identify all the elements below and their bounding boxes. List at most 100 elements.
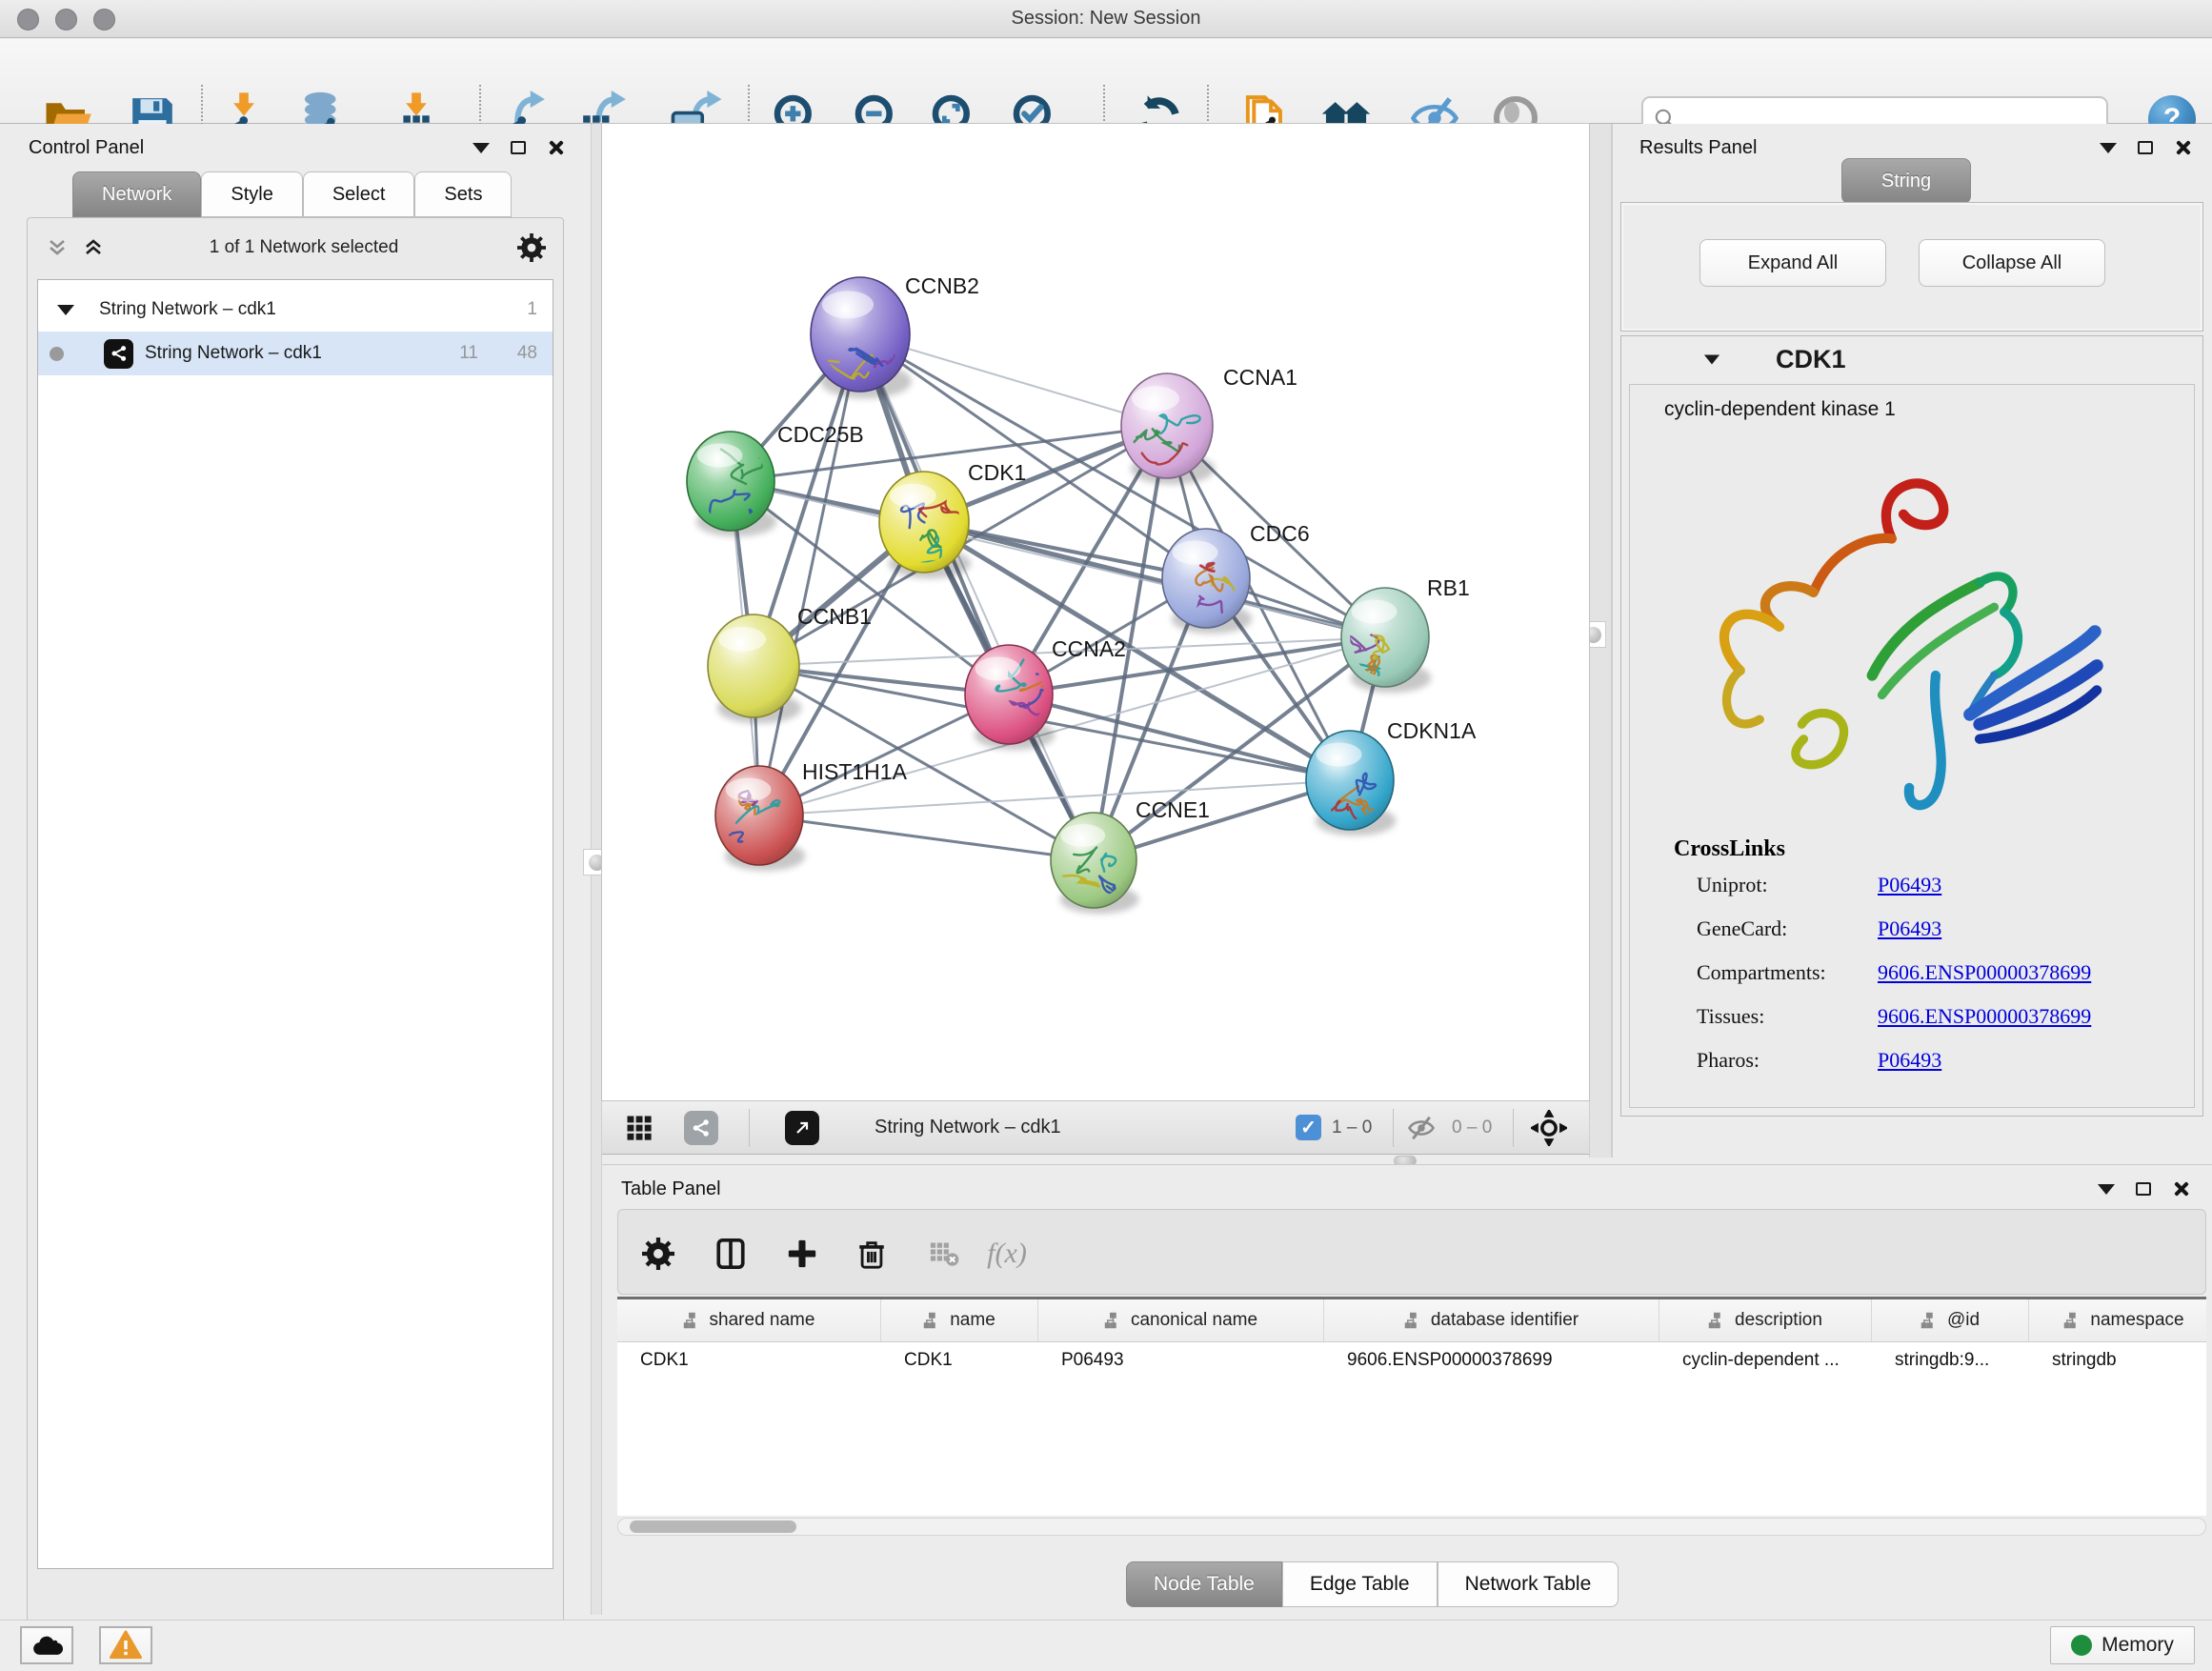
gear-icon[interactable] xyxy=(517,233,546,262)
delete-table-icon[interactable] xyxy=(917,1227,971,1280)
node-label-HIST1H1A: HIST1H1A xyxy=(802,759,908,784)
tab-edge-table[interactable]: Edge Table xyxy=(1282,1561,1438,1607)
function-builder-icon[interactable]: f(x) xyxy=(980,1227,1034,1280)
crosslink-link[interactable]: 9606.ENSP00000378699 xyxy=(1878,1004,2091,1029)
tab-style[interactable]: Style xyxy=(201,171,302,217)
tab-string[interactable]: String xyxy=(1841,158,1971,204)
table-hscrollbar[interactable] xyxy=(617,1518,2206,1536)
panel-float-icon[interactable] xyxy=(511,141,526,154)
crosslink-label: Tissues: xyxy=(1697,1004,1764,1029)
column-header-database-identifier[interactable]: database identifier xyxy=(1324,1299,1659,1341)
tree-icon xyxy=(1920,1312,1938,1329)
panel-close-icon[interactable] xyxy=(2172,1180,2189,1198)
column-header-namespace[interactable]: namespace xyxy=(2029,1299,2206,1341)
crosslink-link[interactable]: 9606.ENSP00000378699 xyxy=(1878,960,2091,985)
tab-node-table[interactable]: Node Table xyxy=(1126,1561,1282,1607)
table-panel-title: Table Panel xyxy=(621,1178,721,1200)
table-toolbar: f(x) xyxy=(617,1209,2206,1295)
tab-network-table[interactable]: Network Table xyxy=(1438,1561,1619,1607)
main-toolbar: ? xyxy=(0,39,2212,124)
network-edge-HIST1H1A-CCNE1[interactable] xyxy=(759,815,1094,860)
toolbar-separator xyxy=(1393,1109,1394,1147)
tab-sets[interactable]: Sets xyxy=(414,171,512,217)
table-cell[interactable]: cyclin-dependent ... xyxy=(1659,1350,1872,1371)
column-header-canonical-name[interactable]: canonical name xyxy=(1038,1299,1324,1341)
gene-collapse-icon[interactable] xyxy=(1704,354,1719,364)
network-status-dot xyxy=(50,347,64,361)
collapse-all-button[interactable]: Collapse All xyxy=(1919,239,2105,287)
column-header-name[interactable]: name xyxy=(881,1299,1038,1341)
node-label-CCNA2: CCNA2 xyxy=(1052,636,1126,661)
table-header-row: shared namenamecanonical namedatabase id… xyxy=(617,1299,2206,1342)
table-cell[interactable]: CDK1 xyxy=(881,1350,1038,1371)
panel-close-icon[interactable] xyxy=(547,139,564,156)
column-header--id[interactable]: @id xyxy=(1872,1299,2029,1341)
selected-count: 1 – 0 xyxy=(1332,1101,1372,1154)
memory-button[interactable]: Memory xyxy=(2050,1626,2195,1664)
gene-description: cyclin-dependent kinase 1 xyxy=(1664,398,1896,421)
scrollbar-thumb[interactable] xyxy=(630,1520,796,1533)
results-panel-title: Results Panel xyxy=(1639,137,1757,159)
network-row-selected[interactable]: String Network – cdk1 11 48 xyxy=(38,332,553,375)
table-cell[interactable]: stringdb xyxy=(2029,1350,2206,1371)
network-canvas[interactable]: CCNB2CCNA1CDC25BCDK1CDC6RB1CCNB1CCNA2CDK… xyxy=(602,124,1589,1100)
table-cell[interactable]: stringdb:9... xyxy=(1872,1350,2029,1371)
toolbar-separator xyxy=(749,1109,750,1147)
hidden-count: 0 – 0 xyxy=(1452,1101,1492,1154)
crosslinks-title: CrossLinks xyxy=(1674,836,1785,862)
grid-view-icon[interactable] xyxy=(625,1101,654,1154)
cloud-icon xyxy=(30,1629,63,1661)
table-tabs: Node TableEdge TableNetwork Table xyxy=(1126,1561,1619,1607)
show-columns-icon[interactable] xyxy=(704,1227,757,1280)
crosslink-label: Uniprot: xyxy=(1697,873,1768,897)
expand-all-icon[interactable] xyxy=(81,236,106,259)
crosslink-label: GeneCard: xyxy=(1697,916,1787,941)
tree-icon xyxy=(683,1312,700,1329)
crosslink-row: Compartments:9606.ENSP00000378699 xyxy=(1697,960,2173,993)
panel-collapse-icon[interactable] xyxy=(473,143,490,153)
table-cell[interactable]: 9606.ENSP00000378699 xyxy=(1324,1350,1659,1371)
selected-checkbox[interactable]: ✓ xyxy=(1296,1101,1321,1154)
table-cell[interactable]: CDK1 xyxy=(617,1350,881,1371)
network-list: String Network – cdk1 1 String Network –… xyxy=(37,279,553,1569)
panel-float-icon[interactable] xyxy=(2138,141,2153,154)
memory-status-dot xyxy=(2071,1635,2092,1656)
panel-close-icon[interactable] xyxy=(2174,139,2191,156)
share-view-icon[interactable] xyxy=(684,1101,718,1154)
network-edge-CCNB2-HIST1H1A[interactable] xyxy=(759,334,860,815)
hidden-eye-icon[interactable] xyxy=(1407,1101,1436,1154)
tree-icon xyxy=(1404,1312,1421,1329)
tree-expand-icon[interactable] xyxy=(57,305,74,315)
warnings-button[interactable] xyxy=(99,1626,152,1664)
node-count: 11 xyxy=(459,343,478,364)
cloud-button[interactable] xyxy=(20,1626,73,1664)
table-gear-icon[interactable] xyxy=(632,1227,685,1280)
collapse-all-icon[interactable] xyxy=(45,236,70,259)
crosslink-link[interactable]: P06493 xyxy=(1878,1048,1941,1073)
crosslink-link[interactable]: P06493 xyxy=(1878,873,1941,897)
panel-collapse-icon[interactable] xyxy=(2100,143,2117,153)
node-label-RB1: RB1 xyxy=(1427,575,1470,600)
panel-collapse-icon[interactable] xyxy=(2098,1184,2115,1195)
expand-all-button[interactable]: Expand All xyxy=(1699,239,1886,287)
toolbar-separator xyxy=(1513,1109,1514,1147)
crosslink-label: Pharos: xyxy=(1697,1048,1760,1073)
crosslink-link[interactable]: P06493 xyxy=(1878,916,1941,941)
add-column-icon[interactable] xyxy=(775,1227,829,1280)
table-row: CDK1CDK1P064939606.ENSP00000378699cyclin… xyxy=(617,1342,2206,1379)
tab-network[interactable]: Network xyxy=(72,171,201,217)
delete-column-icon[interactable] xyxy=(845,1227,898,1280)
column-header-shared-name[interactable]: shared name xyxy=(617,1299,881,1341)
protein-structure-image xyxy=(1673,446,2130,827)
crosslink-row: Tissues: 9606.ENSP00000378699 xyxy=(1697,1004,2173,1037)
column-header-description[interactable]: description xyxy=(1659,1299,1872,1341)
tab-select[interactable]: Select xyxy=(303,171,415,217)
table-cell[interactable]: P06493 xyxy=(1038,1350,1324,1371)
memory-label: Memory xyxy=(2101,1634,2174,1657)
panel-float-icon[interactable] xyxy=(2136,1182,2151,1196)
control-panel-tabs: NetworkStyleSelectSets xyxy=(72,171,512,217)
node-label-CCNB1: CCNB1 xyxy=(797,604,872,629)
network-collection-row[interactable]: String Network – cdk1 1 xyxy=(38,288,553,332)
birds-eye-view-icon[interactable] xyxy=(785,1101,819,1154)
fit-crosshair-icon[interactable] xyxy=(1531,1101,1567,1154)
